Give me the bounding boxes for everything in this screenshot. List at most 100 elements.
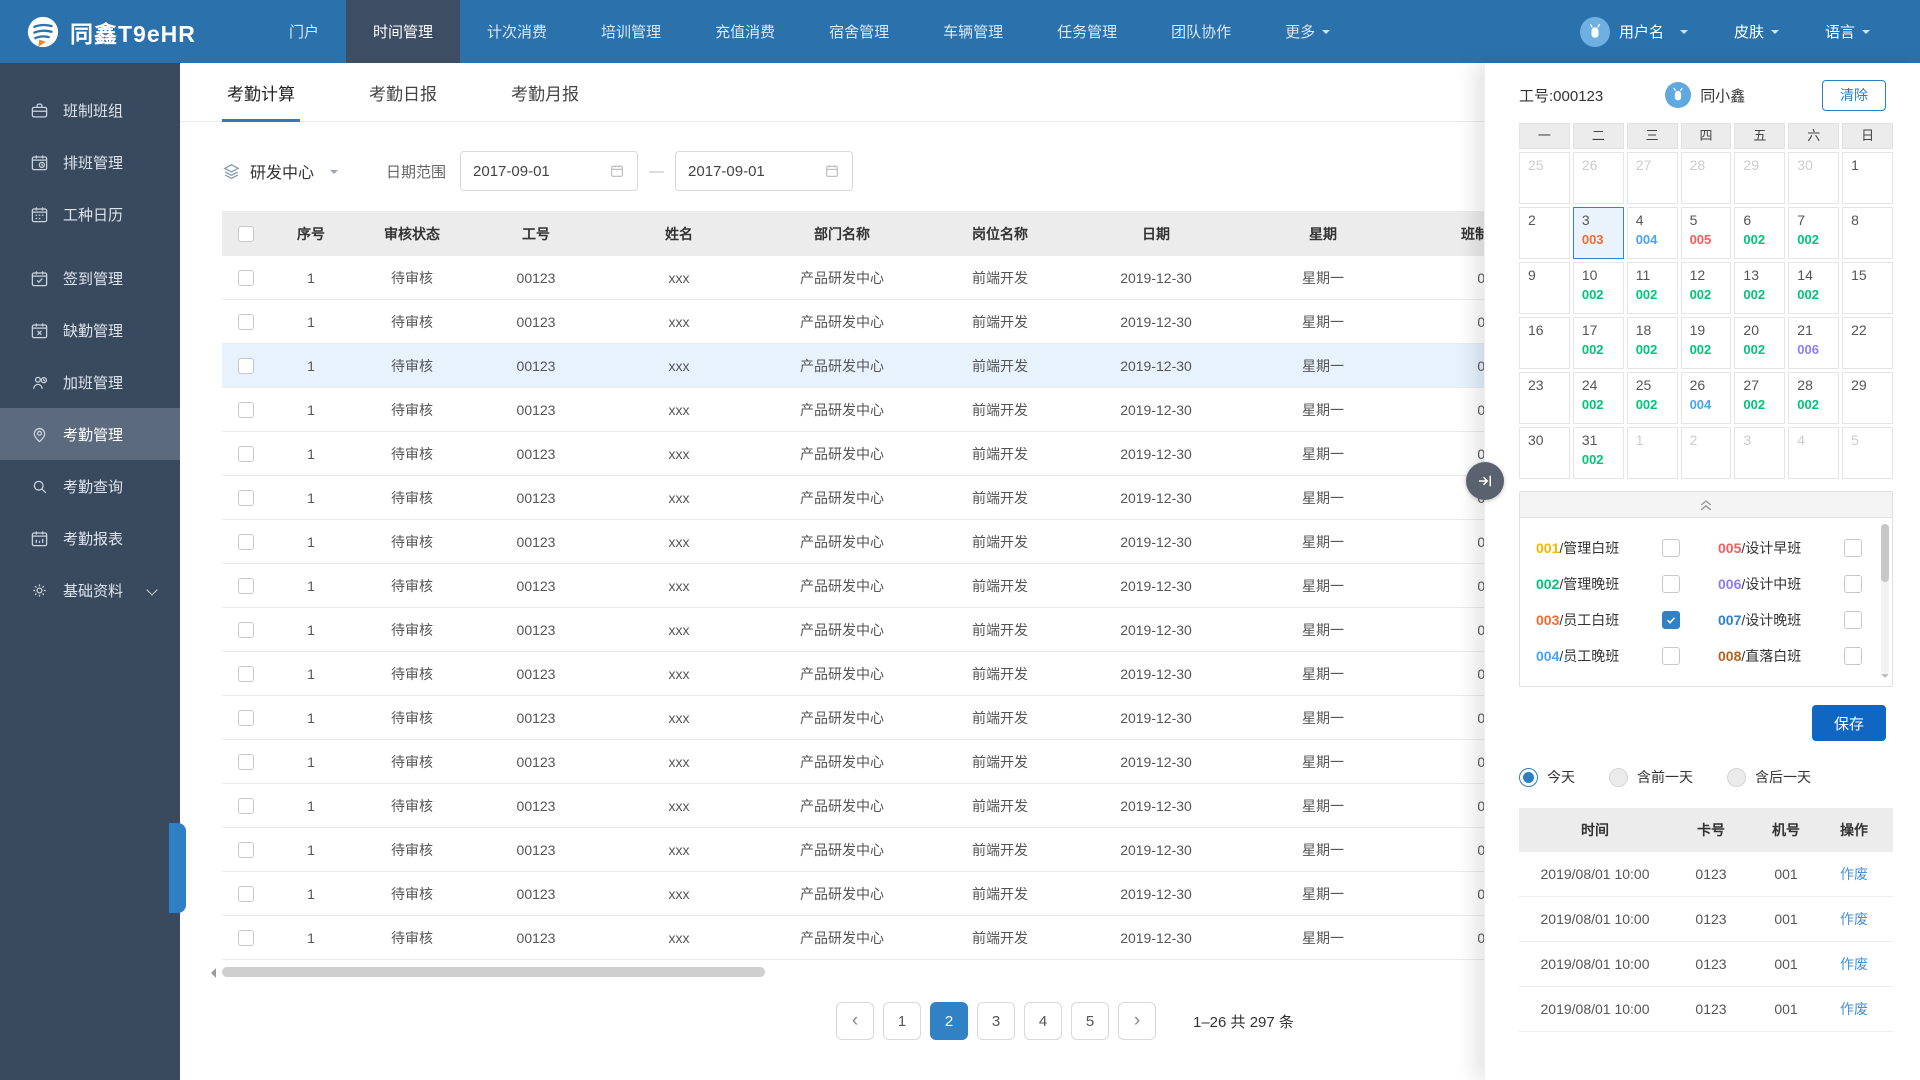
calendar-day[interactable]: 11 002 (1626, 262, 1678, 314)
void-action-link[interactable]: 作废 (1840, 956, 1868, 972)
checkbox[interactable] (238, 929, 254, 946)
table-row[interactable]: 1待审核00123xxx产品研发中心前端开发2019-12-30星期一001 (222, 872, 1570, 916)
calendar-day[interactable]: 7 002 (1788, 207, 1840, 259)
table-row[interactable]: 1待审核00123xxx产品研发中心前端开发2019-12-30星期一001 (222, 564, 1570, 608)
shift-checkbox[interactable] (1662, 611, 1680, 629)
table-row[interactable]: 1待审核00123xxx产品研发中心前端开发2019-12-30星期一001 (222, 432, 1570, 476)
page-button-1[interactable]: 1 (883, 1002, 921, 1040)
calendar-day[interactable]: 17 002 (1572, 317, 1624, 369)
void-action-link[interactable]: 作废 (1840, 1001, 1868, 1017)
checkbox[interactable] (238, 269, 254, 286)
next-page-button[interactable]: › (1118, 1002, 1156, 1040)
date-to-input[interactable]: 2017-09-01 (675, 151, 854, 191)
row-checkbox[interactable] (222, 401, 270, 418)
checkbox[interactable] (238, 885, 254, 902)
calendar-day[interactable]: 2 (1519, 207, 1570, 259)
calendar-day[interactable]: 26 004 (1680, 372, 1732, 424)
table-row[interactable]: 1待审核00123xxx产品研发中心前端开发2019-12-30星期一001 (222, 300, 1570, 344)
table-row[interactable]: 1待审核00123xxx产品研发中心前端开发2019-12-30星期一001 (222, 344, 1570, 388)
checkbox[interactable] (238, 621, 254, 638)
table-row[interactable]: 1待审核00123xxx产品研发中心前端开发2019-12-30星期一001 (222, 608, 1570, 652)
calendar-day[interactable]: 30 (1519, 427, 1570, 479)
checkbox[interactable] (238, 225, 254, 242)
row-checkbox[interactable] (222, 709, 270, 726)
shift-option-007[interactable]: 007/设计晚班 (1718, 602, 1874, 638)
shift-scrollbar[interactable] (1881, 524, 1889, 674)
panel-collapse-button[interactable] (1466, 462, 1504, 500)
row-checkbox[interactable] (222, 489, 270, 506)
calendar-day[interactable]: 25 (1519, 152, 1570, 204)
tab-考勤日报[interactable]: 考勤日报 (364, 63, 442, 121)
calendar-day[interactable]: 26 (1572, 152, 1624, 204)
calendar-day[interactable]: 9 (1519, 262, 1570, 314)
table-row[interactable]: 1待审核00123xxx产品研发中心前端开发2019-12-30星期一001 (222, 652, 1570, 696)
radio-circle[interactable] (1727, 767, 1746, 787)
shift-option-008[interactable]: 008/直落白班 (1718, 638, 1874, 674)
table-row[interactable]: 1待审核00123xxx产品研发中心前端开发2019-12-30星期一001 (222, 520, 1570, 564)
checkbox[interactable] (238, 665, 254, 682)
nav-item-充值消费[interactable]: 充值消费 (688, 0, 802, 63)
calendar-day[interactable]: 14 002 (1788, 262, 1840, 314)
checkbox[interactable] (238, 797, 254, 814)
shift-checkbox[interactable] (1844, 575, 1862, 593)
page-button-5[interactable]: 5 (1071, 1002, 1109, 1040)
calendar-day[interactable]: 29 (1842, 372, 1893, 424)
tab-考勤计算[interactable]: 考勤计算 (222, 63, 300, 122)
scroll-left-arrow-icon[interactable] (206, 968, 216, 978)
table-row[interactable]: 1待审核00123xxx产品研发中心前端开发2019-12-30星期一001 (222, 696, 1570, 740)
checkbox[interactable] (238, 489, 254, 506)
calendar-day[interactable]: 19 002 (1680, 317, 1732, 369)
row-checkbox[interactable] (222, 797, 270, 814)
calendar-day[interactable]: 31 002 (1572, 427, 1624, 479)
drawer-handle[interactable] (169, 823, 186, 913)
nav-item-培训管理[interactable]: 培训管理 (574, 0, 688, 63)
sidebar-item-排班管理[interactable]: 排班管理 (0, 136, 180, 188)
row-checkbox[interactable] (222, 753, 270, 770)
calendar-day[interactable]: 13 002 (1734, 262, 1786, 314)
checkbox[interactable] (238, 709, 254, 726)
calendar-day[interactable]: 28 002 (1788, 372, 1840, 424)
nav-item-车辆管理[interactable]: 车辆管理 (916, 0, 1030, 63)
row-checkbox[interactable] (222, 841, 270, 858)
calendar-day[interactable]: 30 (1788, 152, 1840, 204)
radio-option-今天[interactable]: 今天 (1519, 767, 1575, 787)
calendar-day[interactable]: 18 002 (1626, 317, 1678, 369)
sidebar-item-工种日历[interactable]: 工种日历 (0, 188, 180, 240)
prev-page-button[interactable]: ‹ (836, 1002, 874, 1040)
shift-checkbox[interactable] (1662, 575, 1680, 593)
calendar-day[interactable]: 15 (1842, 262, 1893, 314)
calendar-day[interactable]: 24 002 (1572, 372, 1624, 424)
checkbox[interactable] (238, 357, 254, 374)
shift-option-002[interactable]: 002/管理晚班 (1536, 566, 1692, 602)
radio-option-含前一天[interactable]: 含前一天 (1609, 767, 1693, 787)
calendar-day[interactable]: 27 (1626, 152, 1678, 204)
calendar-day[interactable]: 4 (1788, 427, 1840, 479)
row-checkbox[interactable] (222, 445, 270, 462)
calendar-day[interactable]: 8 (1842, 207, 1893, 259)
row-checkbox[interactable] (222, 929, 270, 946)
row-checkbox[interactable] (222, 577, 270, 594)
checkbox[interactable] (238, 445, 254, 462)
scroll-down-arrow-icon[interactable] (1881, 674, 1889, 682)
radio-option-含后一天[interactable]: 含后一天 (1727, 767, 1811, 787)
sidebar-item-缺勤管理[interactable]: 缺勤管理 (0, 304, 180, 356)
table-row[interactable]: 1待审核00123xxx产品研发中心前端开发2019-12-30星期一001 (222, 740, 1570, 784)
sidebar-item-考勤管理[interactable]: 考勤管理 (0, 408, 180, 460)
calendar-day[interactable]: 1 (1842, 152, 1893, 204)
table-row[interactable]: 1待审核00123xxx产品研发中心前端开发2019-12-30星期一001 (222, 828, 1570, 872)
radio-circle[interactable] (1609, 767, 1628, 787)
sidebar-item-签到管理[interactable]: 签到管理 (0, 252, 180, 304)
checkbox[interactable] (238, 401, 254, 418)
tab-考勤月报[interactable]: 考勤月报 (506, 63, 584, 121)
nav-item-时间管理[interactable]: 时间管理 (346, 0, 461, 63)
row-checkbox[interactable] (222, 269, 270, 286)
shift-option-004[interactable]: 004/员工晚班 (1536, 638, 1692, 674)
shift-option-006[interactable]: 006/设计中班 (1718, 566, 1874, 602)
sidebar-item-加班管理[interactable]: 加班管理 (0, 356, 180, 408)
scrollbar-thumb[interactable] (222, 967, 765, 977)
shift-option-003[interactable]: 003/员工白班 (1536, 602, 1692, 638)
shift-checkbox[interactable] (1662, 647, 1680, 665)
shift-option-005[interactable]: 005/设计早班 (1718, 530, 1874, 566)
calendar-day[interactable]: 16 (1519, 317, 1570, 369)
nav-item-更多[interactable]: 更多 (1258, 0, 1357, 63)
